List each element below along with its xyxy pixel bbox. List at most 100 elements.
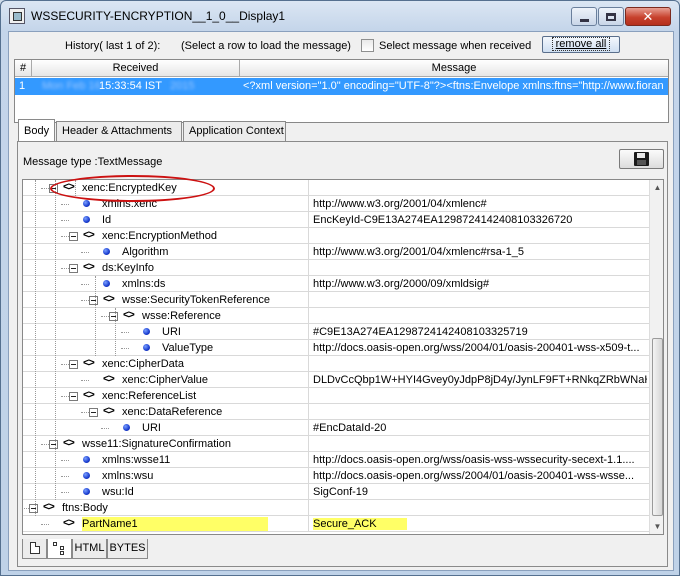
- tree-node-cell: <> wsse:SecurityTokenReference: [23, 292, 309, 308]
- tree-node-value: DLDvCcQbp1W+HYI4Gvey0yJdpP8jD4y/JynLF9FT…: [313, 374, 647, 386]
- select-when-received-checkbox[interactable]: [361, 39, 374, 52]
- tree-row[interactable]: xmlns:wsu http://docs.oasis-open.org/wss/…: [23, 468, 649, 484]
- tree-guide-line: [95, 276, 96, 356]
- tree-row[interactable]: wsu:Id SigConf-19: [23, 484, 649, 500]
- column-header-received[interactable]: Received: [32, 60, 240, 77]
- tree-connector: [41, 444, 49, 445]
- tree-connector: [101, 316, 109, 317]
- tree-node-label: wsu:Id: [102, 486, 134, 498]
- body-panel: Message type :TextMessage <> PartName1 Sec…: [17, 141, 668, 567]
- tree-connector: [61, 220, 69, 221]
- attribute-icon: [143, 344, 150, 351]
- tab-tree-view[interactable]: [47, 539, 72, 559]
- tree-row[interactable]: xmlns:xenc http://www.w3.org/2001/04/xmle…: [23, 196, 649, 212]
- collapse-icon[interactable]: [109, 312, 118, 321]
- tree-row[interactable]: <> PartName1 Secure_ACK: [23, 516, 649, 532]
- tree-node-label: wsse11:SignatureConfirmation: [82, 438, 231, 450]
- tree-connector: [61, 476, 69, 477]
- tree-row[interactable]: xmlns:wsse11 http://docs.oasis-open.org/w…: [23, 452, 649, 468]
- title-bar[interactable]: WSSECURITY-ENCRYPTION__1_0__Display1 ✕: [1, 1, 679, 31]
- client-area: History( last 1 of 2): (Select a row to …: [8, 31, 674, 571]
- element-icon: <>: [83, 261, 95, 273]
- tree-row[interactable]: URI #EncDataId-20: [23, 420, 649, 436]
- scroll-up-icon[interactable]: ▲: [650, 180, 663, 195]
- select-when-received-label[interactable]: Select message when received: [379, 40, 531, 52]
- collapse-icon[interactable]: [69, 392, 78, 401]
- app-icon[interactable]: [9, 8, 25, 24]
- collapse-icon[interactable]: [49, 184, 58, 193]
- tree-icon: [53, 542, 67, 555]
- tree-node-value: SigConf-19: [313, 486, 369, 498]
- highlighted-value: Secure_ACK: [313, 518, 407, 530]
- maximize-icon: [606, 12, 616, 21]
- tree-row[interactable]: <> wsse:Reference: [23, 308, 649, 324]
- tree-node-value: http://docs.oasis-open.org/wss/oasis-wss…: [313, 454, 635, 466]
- tree-node-cell: <> wsse11:SignatureConfirmation: [23, 436, 309, 452]
- tree-node-cell: Id: [23, 212, 309, 228]
- tree-connector: [23, 508, 29, 509]
- collapse-icon[interactable]: [89, 408, 98, 417]
- tab-bytes[interactable]: BYTES: [107, 539, 148, 559]
- collapse-icon[interactable]: [89, 296, 98, 305]
- tree-row[interactable]: URI #C9E13A274EA1298724142408103325719: [23, 324, 649, 340]
- tree-node-value: http://docs.oasis-open.org/wss/2004/01/o…: [313, 342, 640, 354]
- tree-node-label: wsse:SecurityTokenReference: [122, 294, 270, 306]
- tree-row[interactable]: <> ds:KeyInfo: [23, 260, 649, 276]
- column-header-index[interactable]: #: [15, 60, 32, 77]
- minimize-icon: [579, 18, 589, 22]
- tree-connector: [61, 204, 69, 205]
- tree-connector: [81, 284, 89, 285]
- tree-row[interactable]: xmlns:ds http://www.w3.org/2000/09/xmldsi…: [23, 276, 649, 292]
- vertical-scrollbar[interactable]: ▲ ▼: [649, 180, 663, 534]
- maximize-button[interactable]: [598, 7, 624, 26]
- close-button[interactable]: ✕: [625, 7, 671, 26]
- tree-row[interactable]: <> ftns:Body: [23, 500, 649, 516]
- floppy-disk-icon: [634, 152, 649, 166]
- tree-row[interactable]: <> xenc:CipherValue DLDvCcQbp1W+HYI4Gvey0y…: [23, 372, 649, 388]
- tree-node-label: URI: [162, 326, 181, 338]
- scrollbar-thumb[interactable]: [652, 338, 663, 516]
- element-icon: <>: [103, 405, 115, 417]
- tree-connector: [101, 428, 109, 429]
- tree-row[interactable]: Algorithm http://www.w3.org/2001/04/xmlen…: [23, 244, 649, 260]
- attribute-icon: [123, 424, 130, 431]
- tree-row[interactable]: <> xenc:CipherData: [23, 356, 649, 372]
- tree-connector: [61, 364, 69, 365]
- collapse-icon[interactable]: [49, 440, 58, 449]
- xml-tree-table[interactable]: <> PartName1 Secure_ACK <> ftns:Body wsu:Id Si…: [22, 179, 664, 535]
- tree-node-cell: <> xenc:EncryptedKey: [23, 180, 309, 196]
- tab-application-context[interactable]: Application Context: [183, 121, 286, 141]
- tree-node-cell: URI: [23, 420, 309, 436]
- collapse-icon[interactable]: [29, 504, 38, 513]
- table-row[interactable]: 1 Mon Feb 16 15:33:54 IST 2015 <?xml ver…: [15, 78, 668, 95]
- tree-row[interactable]: <> xenc:DataReference: [23, 404, 649, 420]
- tab-html[interactable]: HTML: [72, 539, 107, 559]
- element-icon: <>: [123, 309, 135, 321]
- tree-row[interactable]: <> wsse11:SignatureConfirmation: [23, 436, 649, 452]
- tree-node-cell: <> wsse:Reference: [23, 308, 309, 324]
- collapse-icon[interactable]: [69, 232, 78, 241]
- minimize-button[interactable]: [571, 7, 597, 26]
- attribute-icon: [83, 472, 90, 479]
- tab-body[interactable]: Body: [18, 119, 55, 141]
- save-button[interactable]: [619, 149, 664, 169]
- tree-node-cell: xmlns:xenc: [23, 196, 309, 212]
- tree-node-cell: <> ds:KeyInfo: [23, 260, 309, 276]
- tree-row[interactable]: Id EncKeyId-C9E13A274EA129872414240810332…: [23, 212, 649, 228]
- tree-row[interactable]: <> xenc:EncryptionMethod: [23, 228, 649, 244]
- tab-header-attachments[interactable]: Header & Attachments: [56, 121, 182, 141]
- collapse-icon[interactable]: [69, 360, 78, 369]
- collapse-icon[interactable]: [69, 264, 78, 273]
- tree-row[interactable]: <> xenc:ReferenceList: [23, 388, 649, 404]
- remove-all-button[interactable]: remove all: [542, 36, 620, 53]
- column-header-message[interactable]: Message: [240, 60, 668, 77]
- tree-row[interactable]: <> wsse:SecurityTokenReference: [23, 292, 649, 308]
- tree-guide-line: [35, 180, 36, 516]
- tab-text-view[interactable]: [22, 539, 47, 559]
- remove-all-label: remove all: [551, 37, 611, 51]
- history-table[interactable]: # Received Message 1 Mon Feb 16 15:33:54…: [14, 59, 669, 123]
- tree-row[interactable]: ValueType http://docs.oasis-open.org/wss/…: [23, 340, 649, 356]
- scroll-down-icon[interactable]: ▼: [650, 519, 663, 534]
- tree-node-label: xenc:ReferenceList: [102, 390, 197, 402]
- tree-row[interactable]: <> xenc:EncryptedKey: [23, 180, 649, 196]
